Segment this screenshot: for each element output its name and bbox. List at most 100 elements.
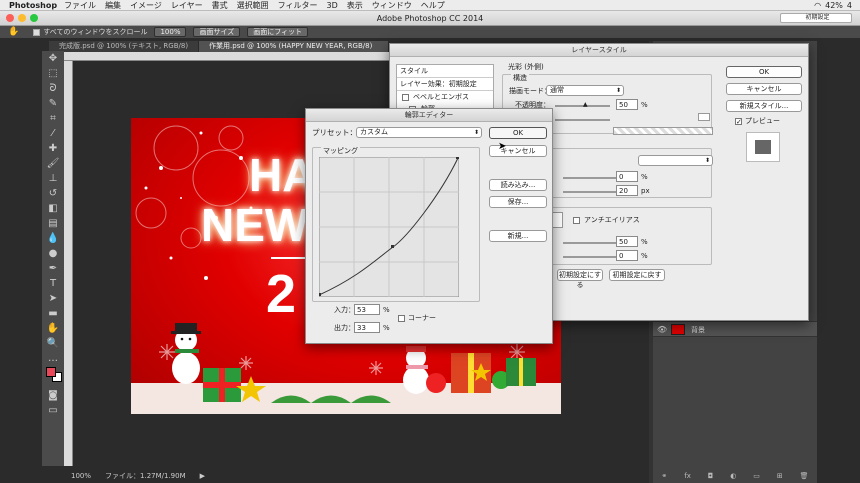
menu-filter[interactable]: フィルター xyxy=(278,0,318,11)
noise-slider[interactable] xyxy=(555,119,610,121)
contour-ok-button[interactable]: OK xyxy=(489,127,547,139)
brush-tool-icon[interactable]: 🖌 xyxy=(42,156,64,171)
jitter-input[interactable]: 0 xyxy=(616,250,638,261)
menu-image[interactable]: イメージ xyxy=(130,0,162,11)
contour-save-button[interactable]: 保存... xyxy=(489,196,547,208)
hand-tool-side-icon[interactable]: ✋ xyxy=(42,321,64,336)
type-tool-icon[interactable]: T xyxy=(42,276,64,291)
crop-tool-icon[interactable]: ⌗ xyxy=(42,111,64,126)
app-name[interactable]: Photoshop xyxy=(9,1,57,10)
menu-file[interactable]: ファイル xyxy=(64,0,96,11)
foreground-color-swatch[interactable] xyxy=(46,367,56,377)
spread-slider[interactable] xyxy=(563,177,618,179)
corner-label[interactable]: コーナー xyxy=(408,313,436,323)
range-input[interactable]: 50 xyxy=(616,236,638,247)
move-tool-icon[interactable]: ✥ xyxy=(42,51,64,66)
gradient-preview[interactable] xyxy=(613,127,713,135)
styles-header[interactable]: スタイル xyxy=(400,66,428,76)
opacity-input[interactable]: 50 xyxy=(616,99,638,110)
scroll-all-checkbox[interactable] xyxy=(33,28,41,36)
eraser-tool-icon[interactable]: ◧ xyxy=(42,201,64,216)
screen-mode-icon[interactable]: ▭ xyxy=(42,403,64,418)
vertical-ruler[interactable] xyxy=(64,61,73,466)
bevel-checkbox[interactable] xyxy=(402,94,409,101)
zoom-tool-icon[interactable]: 🔍 xyxy=(42,336,64,351)
color-picker-small[interactable] xyxy=(698,113,710,121)
blend-options-item[interactable]: レイヤー効果：初期設定 xyxy=(400,79,477,89)
link-layers-icon[interactable]: ⚭ xyxy=(661,472,667,480)
workspace-select[interactable]: 初期設定 xyxy=(780,13,852,23)
menu-select[interactable]: 選択範囲 xyxy=(237,0,269,11)
status-arrow-icon[interactable]: ▶ xyxy=(200,469,205,483)
layer-name[interactable]: 背景 xyxy=(691,325,705,335)
size-input[interactable]: 20 xyxy=(616,185,638,196)
antialias-label[interactable]: アンチエイリアス xyxy=(584,215,640,225)
preset-select[interactable]: カスタム xyxy=(356,127,482,138)
spread-input[interactable]: 0 xyxy=(616,171,638,182)
layer-row-background[interactable]: 👁 背景 xyxy=(653,321,817,337)
eye-icon[interactable]: 👁 xyxy=(657,325,667,334)
layer-style-ok-button[interactable]: OK xyxy=(726,66,802,78)
mask-icon[interactable]: ◘ xyxy=(708,472,714,480)
color-swatches[interactable] xyxy=(42,366,64,388)
stamp-tool-icon[interactable]: ⊥ xyxy=(42,171,64,186)
contour-load-button[interactable]: 読み込み... xyxy=(489,179,547,191)
adjustment-icon[interactable]: ◐ xyxy=(730,472,736,480)
fit-screen-button[interactable]: 画面サイズ xyxy=(193,27,241,37)
input-value-field[interactable]: 53 xyxy=(354,304,380,315)
fx-icon[interactable]: fx xyxy=(684,472,691,480)
group-icon[interactable]: ▭ xyxy=(753,472,760,480)
dodge-tool-icon[interactable]: ● xyxy=(42,246,64,261)
menu-type[interactable]: 書式 xyxy=(212,0,228,11)
blend-mode-select[interactable]: 通常 xyxy=(546,85,624,96)
menu-layer[interactable]: レイヤー xyxy=(171,0,203,11)
make-default-button[interactable]: 初期設定にする xyxy=(557,269,603,289)
tab-working[interactable]: 作業用.psd @ 100% (HAPPY NEW YEAR, RGB/8) * xyxy=(199,41,389,61)
history-brush-icon[interactable]: ↺ xyxy=(42,186,64,201)
opacity-slider-thumb[interactable]: ▲ xyxy=(583,101,588,108)
output-value-field[interactable]: 33 xyxy=(354,322,380,333)
close-window-button[interactable] xyxy=(6,14,14,22)
hand-tool-icon[interactable]: ✋ xyxy=(8,27,19,37)
menu-3d[interactable]: 3D xyxy=(327,1,338,10)
gradient-tool-icon[interactable]: ▤ xyxy=(42,216,64,231)
contour-new-button[interactable]: 新規... xyxy=(489,230,547,242)
menu-view[interactable]: 表示 xyxy=(347,0,363,11)
corner-checkbox[interactable] xyxy=(398,315,405,322)
preview-label[interactable]: プレビュー xyxy=(745,116,780,126)
new-layer-icon[interactable]: ⊞ xyxy=(777,472,783,480)
horizontal-ruler[interactable] xyxy=(64,52,389,61)
zoom-100-button[interactable]: 100% xyxy=(154,27,187,37)
menu-help[interactable]: ヘルプ xyxy=(421,0,445,11)
eyedropper-tool-icon[interactable]: ⁄ xyxy=(42,126,64,141)
zoom-status[interactable]: 100% xyxy=(71,469,91,483)
antialias-checkbox[interactable] xyxy=(573,217,580,224)
fill-screen-button[interactable]: 画面にフィット xyxy=(247,27,309,37)
size-slider[interactable] xyxy=(563,191,618,193)
marquee-tool-icon[interactable]: ⬚ xyxy=(42,66,64,81)
layer-style-cancel-button[interactable]: キャンセル xyxy=(726,83,802,95)
more-tools-icon[interactable]: … xyxy=(42,351,64,366)
tab-complete[interactable]: 完成版.psd @ 100% (テキスト, RGB/8) xyxy=(49,41,200,52)
pen-tool-icon[interactable]: ✒ xyxy=(42,261,64,276)
preview-checkbox[interactable]: ✓ xyxy=(735,118,742,126)
menu-window[interactable]: ウィンドウ xyxy=(372,0,412,11)
new-style-button[interactable]: 新規スタイル... xyxy=(726,100,802,112)
bevel-label[interactable]: ベベルとエンボス xyxy=(413,92,469,102)
jitter-slider[interactable] xyxy=(563,256,618,258)
path-select-tool-icon[interactable]: ➤ xyxy=(42,291,64,306)
wifi-icon[interactable]: ◠ xyxy=(814,1,821,10)
reset-default-button[interactable]: 初期設定に戻す xyxy=(609,269,665,281)
zoom-window-button[interactable] xyxy=(30,14,38,22)
lasso-tool-icon[interactable]: ᘐ xyxy=(42,81,64,96)
technique-select[interactable] xyxy=(638,155,713,166)
quick-select-tool-icon[interactable]: ✎ xyxy=(42,96,64,111)
quick-mask-icon[interactable]: ◙ xyxy=(42,388,64,403)
healing-tool-icon[interactable]: ✚ xyxy=(42,141,64,156)
menu-edit[interactable]: 編集 xyxy=(105,0,121,11)
blur-tool-icon[interactable]: 💧 xyxy=(42,231,64,246)
shape-tool-icon[interactable]: ▬ xyxy=(42,306,64,321)
trash-icon[interactable]: 🗑 xyxy=(800,472,809,480)
range-slider[interactable] xyxy=(563,242,618,244)
contour-curve-graph[interactable] xyxy=(319,157,459,297)
